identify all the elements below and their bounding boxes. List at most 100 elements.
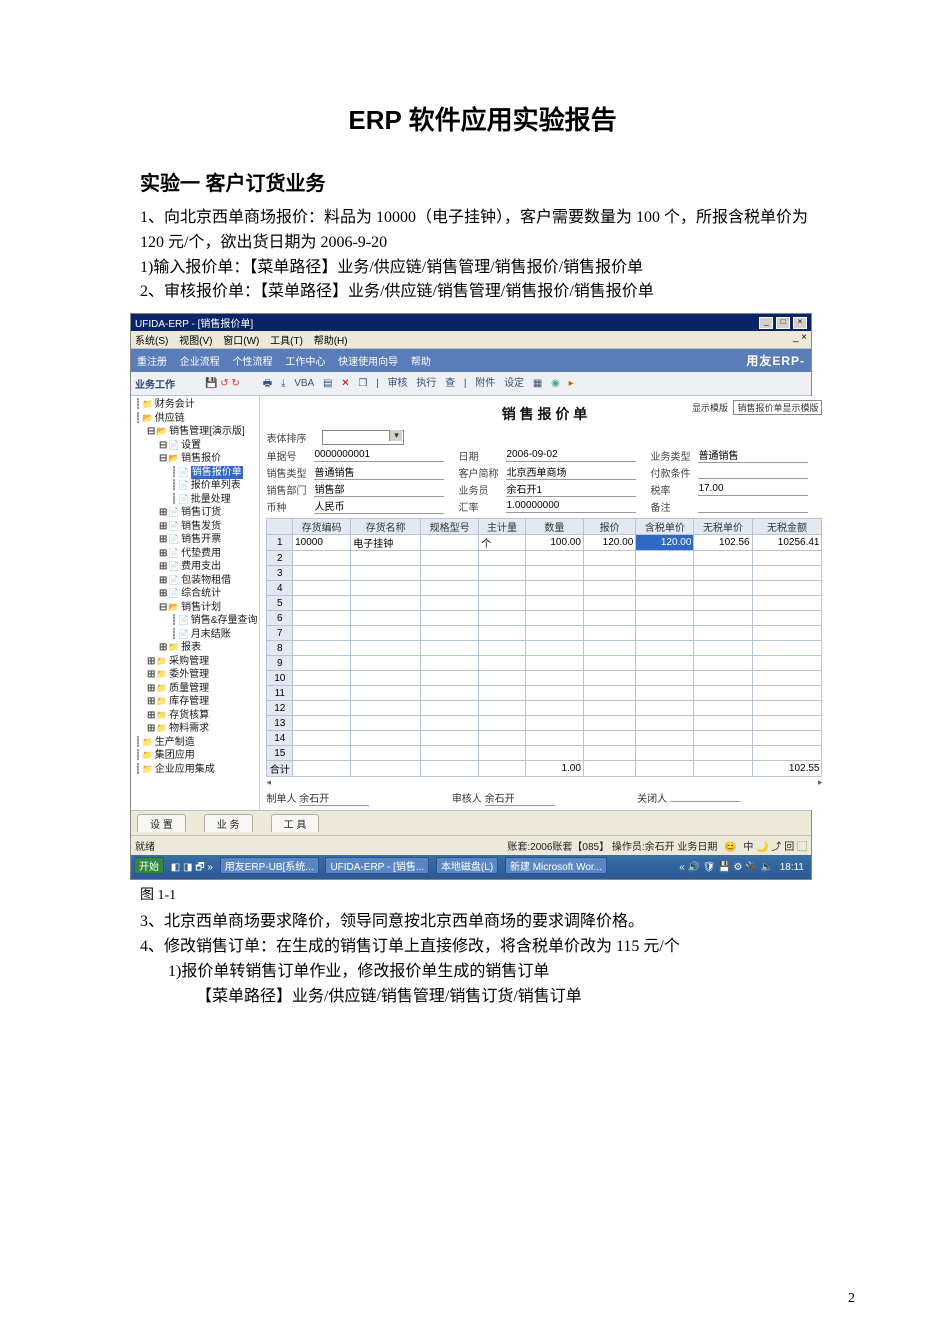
tree-node[interactable]: ⊞ 物料需求 bbox=[133, 722, 257, 736]
export-icon[interactable]: ⤓ bbox=[281, 378, 285, 389]
tab-settings[interactable]: 设 置 bbox=[137, 814, 186, 832]
saletype-value[interactable]: 普通销售 bbox=[314, 464, 444, 480]
tree-node[interactable]: ┊ 企业应用集成 bbox=[133, 763, 257, 777]
doc-icon[interactable]: ▤ bbox=[323, 378, 332, 389]
tax-value[interactable]: 17.00 bbox=[698, 483, 808, 496]
tree-node[interactable]: ⊞ 采购管理 bbox=[133, 655, 257, 669]
table-row[interactable]: 6 bbox=[267, 611, 822, 626]
tree-node[interactable]: ⊞ 质量管理 bbox=[133, 682, 257, 696]
table-row[interactable]: 8 bbox=[267, 641, 822, 656]
quicklaunch-icon[interactable]: ◧ ◨ 🗗 » bbox=[171, 862, 213, 873]
attach-icon[interactable]: 附件 bbox=[475, 374, 495, 389]
copy-icon[interactable]: ❐ bbox=[358, 378, 367, 389]
tree-node[interactable]: ⊟ 设置 bbox=[133, 439, 257, 453]
tree-node[interactable]: ⊞ 报表 bbox=[133, 641, 257, 655]
tree-node[interactable]: ⊞ 存货核算 bbox=[133, 709, 257, 723]
tree-node[interactable]: ⊞ 综合统计 bbox=[133, 587, 257, 601]
tree-node[interactable]: ┊ 供应链 bbox=[133, 412, 257, 426]
task-button[interactable]: UFIDA-ERP - [销售... bbox=[325, 857, 429, 874]
template-selector[interactable]: 显示模版 销售报价单显示模版 bbox=[692, 400, 823, 415]
table-row[interactable]: 7 bbox=[267, 626, 822, 641]
tree-node[interactable]: ┊ 生产制造 bbox=[133, 736, 257, 750]
tree-node[interactable]: ⊟ 销售报价 bbox=[133, 452, 257, 466]
tree-node[interactable]: ⊞ 包装物租借 bbox=[133, 574, 257, 588]
tree-node[interactable]: ⊞ 委外管理 bbox=[133, 668, 257, 682]
currency-value[interactable]: 人民币 bbox=[314, 498, 444, 514]
exit-icon[interactable]: ▸ bbox=[569, 378, 574, 389]
exec-icon[interactable]: 执行 bbox=[416, 374, 436, 389]
remark-value[interactable] bbox=[698, 500, 808, 513]
menu-tools[interactable]: 工具(T) bbox=[270, 336, 303, 347]
table-row[interactable]: 11 bbox=[267, 686, 822, 701]
tree-node[interactable]: ⊟ 销售计划 bbox=[133, 601, 257, 615]
tree-node[interactable]: ⊞ 费用支出 bbox=[133, 560, 257, 574]
rate-value[interactable]: 1.00000000 bbox=[506, 500, 636, 513]
table-row[interactable]: 14 bbox=[267, 731, 822, 746]
biz-value[interactable]: 普通销售 bbox=[698, 447, 808, 463]
tab-business[interactable]: 业 务 bbox=[204, 814, 253, 832]
menubar[interactable]: 系统(S) 视图(V) 窗口(W) 工具(T) 帮助(H) _ × bbox=[131, 331, 811, 349]
table-row[interactable]: 4 bbox=[267, 581, 822, 596]
task-button[interactable]: 本地磁盘(L) bbox=[436, 857, 498, 874]
find-icon[interactable]: 查 bbox=[445, 374, 455, 389]
person-value[interactable]: 余石开1 bbox=[506, 481, 636, 497]
template-value[interactable]: 销售报价单显示模版 bbox=[733, 400, 822, 415]
status-icons[interactable]: 中 🌙 ⤴ 回 ⬚ bbox=[743, 842, 807, 853]
cmd-reregister[interactable]: 重注册 bbox=[137, 357, 167, 368]
cmd-enterprise-flow[interactable]: 企业流程 bbox=[180, 357, 220, 368]
tab-tools[interactable]: 工 具 bbox=[271, 814, 320, 832]
table-row[interactable]: 15 bbox=[267, 746, 822, 761]
date-value[interactable]: 2006-09-02 bbox=[506, 449, 636, 462]
cust-value[interactable]: 北京西单商场 bbox=[506, 464, 636, 480]
tree-node[interactable]: ┊ 财务会计 bbox=[133, 398, 257, 412]
close-icon[interactable]: × bbox=[801, 332, 807, 343]
tree-node[interactable]: ⊞ 销售发货 bbox=[133, 520, 257, 534]
tree-node[interactable]: ┊ 批量处理 bbox=[133, 493, 257, 507]
cmd-help[interactable]: 帮助 bbox=[411, 357, 431, 368]
tree-node[interactable]: ┊ 月末结账 bbox=[133, 628, 257, 642]
task-button[interactable]: 用友ERP-UB[系统... bbox=[220, 857, 319, 874]
table-row[interactable]: 2 bbox=[267, 551, 822, 566]
cmd-quickguide[interactable]: 快速使用向导 bbox=[338, 357, 398, 368]
tree-node[interactable]: ┊ 销售报价单 bbox=[133, 466, 257, 480]
audit-icon[interactable]: 审核 bbox=[388, 374, 408, 389]
bottom-tabs[interactable]: 设 置 业 务 工 具 bbox=[131, 810, 811, 835]
ime-icon[interactable]: 😊 bbox=[724, 842, 736, 853]
pay-value[interactable] bbox=[698, 466, 808, 479]
mdi-controls[interactable]: _ × bbox=[793, 332, 807, 347]
tree-node[interactable]: ⊞ 代垫费用 bbox=[133, 547, 257, 561]
tree-node[interactable]: ⊞ 销售订货 bbox=[133, 506, 257, 520]
dept-value[interactable]: 销售部 bbox=[314, 481, 444, 497]
vba-icon[interactable]: VBA bbox=[294, 378, 314, 389]
menu-help[interactable]: 帮助(H) bbox=[314, 336, 348, 347]
table-row[interactable]: 9 bbox=[267, 656, 822, 671]
grid-icon[interactable]: ▦ bbox=[533, 378, 542, 389]
start-button[interactable]: 开始 bbox=[134, 857, 164, 874]
table-row[interactable]: 3 bbox=[267, 566, 822, 581]
detail-grid[interactable]: 存货编码存货名称规格型号主计量数量报价含税单价无税单价无税金额 110000电子… bbox=[266, 518, 822, 777]
cmd-personal-flow[interactable]: 个性流程 bbox=[233, 357, 273, 368]
sort-select[interactable] bbox=[322, 430, 404, 445]
print-icon[interactable]: 🖶 bbox=[263, 376, 272, 393]
task-button[interactable]: 新建 Microsoft Wor... bbox=[505, 857, 607, 874]
minimize-icon[interactable]: _ bbox=[759, 317, 773, 329]
maximize-icon[interactable]: □ bbox=[776, 317, 790, 329]
help-icon[interactable]: ◉ bbox=[551, 378, 560, 389]
menu-window[interactable]: 窗口(W) bbox=[223, 336, 259, 347]
nav-tree[interactable]: ┊ 财务会计┊ 供应链⊟ 销售管理[演示版]⊟ 设置⊟ 销售报价┊ 销售报价单┊… bbox=[131, 396, 260, 810]
no-value[interactable]: 0000000001 bbox=[314, 449, 444, 462]
tree-node[interactable]: ⊞ 库存管理 bbox=[133, 695, 257, 709]
minimize-icon[interactable]: _ bbox=[793, 332, 799, 343]
settings-icon[interactable]: 设定 bbox=[504, 374, 524, 389]
tray-icons[interactable]: « 🔊 🛡 💾 ⚙ 🔌 🔈 bbox=[679, 862, 773, 873]
tree-node[interactable]: ┊ 销售&存量查询 bbox=[133, 614, 257, 628]
table-row[interactable]: 12 bbox=[267, 701, 822, 716]
tree-node[interactable]: ┊ 报价单列表 bbox=[133, 479, 257, 493]
windows-taskbar[interactable]: 开始 ◧ ◨ 🗗 » 用友ERP-UB[系统... UFIDA-ERP - [销… bbox=[131, 855, 811, 879]
table-row[interactable]: 13 bbox=[267, 716, 822, 731]
window-controls[interactable]: _ □ × bbox=[759, 316, 807, 329]
tree-node[interactable]: ┊ 集团应用 bbox=[133, 749, 257, 763]
menu-view[interactable]: 视图(V) bbox=[179, 336, 212, 347]
save-icon[interactable]: 💾 ↺ ↻ bbox=[205, 378, 240, 389]
tree-node[interactable]: ⊞ 销售开票 bbox=[133, 533, 257, 547]
